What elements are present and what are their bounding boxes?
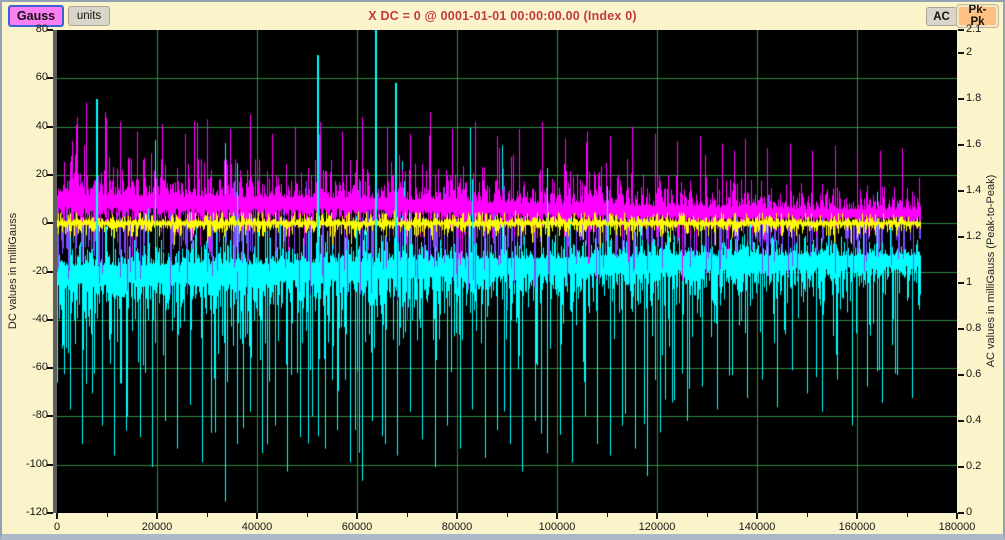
right-axis-tick [958, 52, 964, 54]
x-axis-tick-label: 140000 [722, 521, 792, 533]
x-axis-tick [56, 513, 58, 519]
right-axis-tick-label: 1.8 [966, 92, 1005, 104]
x-axis-tick-label: 180000 [922, 521, 992, 533]
x-axis-tick-label: 80000 [422, 521, 492, 533]
right-axis-tick-label: 1 [966, 276, 1005, 288]
left-axis-tick-label: -80 [2, 409, 48, 421]
left-axis-tick-label: -60 [2, 361, 48, 373]
x-axis-minor-tick [707, 513, 708, 517]
x-axis-tick-label: 60000 [322, 521, 392, 533]
x-axis-tick [356, 513, 358, 519]
right-axis-tick-label: 0.6 [966, 368, 1005, 380]
x-axis-minor-tick [507, 513, 508, 517]
left-axis-tick-label: 80 [2, 23, 48, 35]
x-axis-minor-tick [107, 513, 108, 517]
x-axis-tick [156, 513, 158, 519]
x-axis-tick [556, 513, 558, 519]
x-axis-minor-tick [607, 513, 608, 517]
x-axis-minor-tick [907, 513, 908, 517]
x-axis-tick [756, 513, 758, 519]
x-axis-tick-label: 100000 [522, 521, 592, 533]
x-axis-minor-tick [807, 513, 808, 517]
x-axis-tick [656, 513, 658, 519]
x-axis-tick-label: 40000 [222, 521, 292, 533]
right-axis-tick [958, 190, 964, 192]
right-axis-tick-label: 2.1 [966, 23, 1005, 35]
chart-title: X DC = 0 @ 0001-01-01 00:00:00.00 (Index… [2, 9, 1003, 23]
x-axis-tick [256, 513, 258, 519]
right-axis-tick-label: 1.6 [966, 138, 1005, 150]
x-axis-tick-label: 20000 [122, 521, 192, 533]
right-axis-tick [958, 512, 964, 514]
right-axis-tick-label: 1.2 [966, 230, 1005, 242]
left-axis-tick-label: 20 [2, 168, 48, 180]
left-axis-tick-label: -40 [2, 313, 48, 325]
right-axis-tick [958, 466, 964, 468]
x-axis-minor-tick [207, 513, 208, 517]
left-axis-tick-label: -120 [2, 506, 48, 518]
x-axis-minor-tick [307, 513, 308, 517]
right-axis-tick [958, 282, 964, 284]
left-axis-tick-label: 0 [2, 216, 48, 228]
right-axis-tick-label: 0.2 [966, 460, 1005, 472]
right-axis-tick [958, 98, 964, 100]
x-axis-tick-label: 0 [22, 521, 92, 533]
left-axis-tick-label: 40 [2, 120, 48, 132]
app-window: X DC = 0 @ 0001-01-01 00:00:00.00 (Index… [0, 0, 1005, 540]
right-axis-tick [958, 374, 964, 376]
right-axis-tick-label: 0.8 [966, 322, 1005, 334]
left-axis-tick-label: -20 [2, 265, 48, 277]
x-axis-tick-label: 120000 [622, 521, 692, 533]
right-axis-tick [958, 328, 964, 330]
x-axis-minor-tick [407, 513, 408, 517]
x-axis-tick [956, 513, 958, 519]
left-axis-tick-label: -100 [2, 458, 48, 470]
right-axis-title: AC values in milliGauss (Peak-to-Peak) [985, 175, 997, 368]
right-axis-tick-label: 2 [966, 46, 1005, 58]
units-button[interactable]: units [68, 6, 110, 26]
plot-canvas[interactable] [57, 30, 957, 513]
x-axis-tick-label: 160000 [822, 521, 892, 533]
right-axis-tick-label: 0.4 [966, 414, 1005, 426]
right-axis-tick-label: 1.4 [966, 184, 1005, 196]
right-axis-tick [958, 236, 964, 238]
x-axis-tick [456, 513, 458, 519]
right-axis-tick [958, 144, 964, 146]
right-axis-tick-label: 0 [966, 506, 1005, 518]
right-axis-tick [958, 420, 964, 422]
x-axis-tick [856, 513, 858, 519]
ac-mode-button[interactable]: AC [926, 7, 957, 26]
right-axis-tick [958, 29, 964, 31]
left-axis-tick-label: 60 [2, 71, 48, 83]
